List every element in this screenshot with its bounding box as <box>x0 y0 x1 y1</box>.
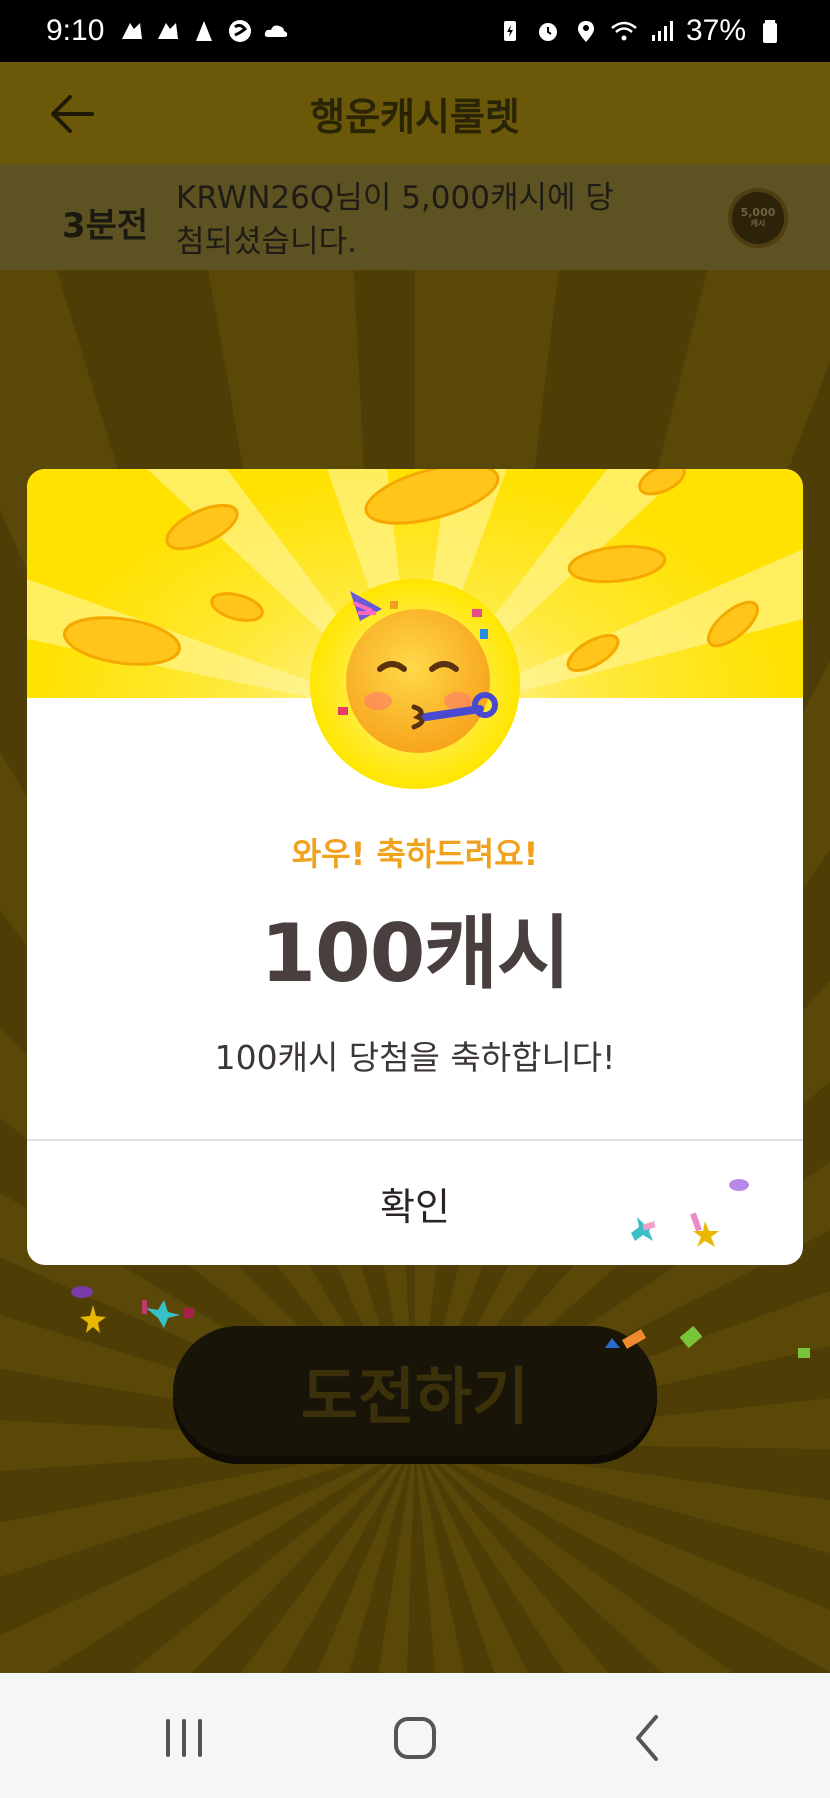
cloud-icon <box>265 25 288 37</box>
coin-badge: 5,000 캐시 <box>728 188 788 248</box>
battery-icon <box>763 20 777 43</box>
alarm-icon <box>538 23 557 41</box>
coin-badge-unit: 캐시 <box>750 219 766 228</box>
location-icon <box>577 21 595 42</box>
coin-badge-amount: 5,000 <box>740 206 776 219</box>
congrats-headline: 와우! 축하드려요! <box>291 835 539 873</box>
reward-modal: 와우! 축하드려요! 100캐시 100캐시 당첨을 축하합니다! 확인 <box>27 469 803 1265</box>
home-icon[interactable] <box>385 1713 445 1763</box>
system-nav-bar <box>0 1673 830 1798</box>
signal-icon <box>651 21 673 41</box>
winner-ticker: 3분전 KRWN26Q님이 5,000캐시에 당첨되셨습니다. <box>0 164 830 270</box>
status-bar: 9:10 37% <box>0 0 830 62</box>
app-header: 행운캐시룰렛 <box>0 62 830 164</box>
ticker-time: 3분전 <box>62 206 149 246</box>
status-time: 9:10 <box>46 14 105 47</box>
reward-amount: 100캐시 <box>260 907 570 1000</box>
partying-face-icon <box>338 591 498 753</box>
back-icon[interactable] <box>618 1713 678 1763</box>
notification-icons <box>118 17 290 45</box>
battery-saver-icon <box>503 21 516 41</box>
swirl-app-icon <box>229 20 252 42</box>
notification-app-icon <box>158 23 179 39</box>
page-title: 행운캐시룰렛 <box>310 94 520 139</box>
confetti-decoration <box>71 1286 810 1358</box>
ticker-message: KRWN26Q님이 5,000캐시에 당첨되셨습니다. <box>176 180 614 260</box>
arrow-left-icon[interactable] <box>48 92 96 136</box>
reward-message: 100캐시 당첨을 축하합니다! <box>214 1038 616 1077</box>
battery-percent: 37% <box>685 14 746 47</box>
wifi-icon <box>611 21 637 41</box>
confetti-decoration <box>631 1179 749 1247</box>
status-right: 37% <box>496 14 784 48</box>
notification-app-icon <box>196 21 213 41</box>
recent-apps-icon[interactable] <box>154 1713 214 1763</box>
notification-app-icon <box>122 23 143 39</box>
